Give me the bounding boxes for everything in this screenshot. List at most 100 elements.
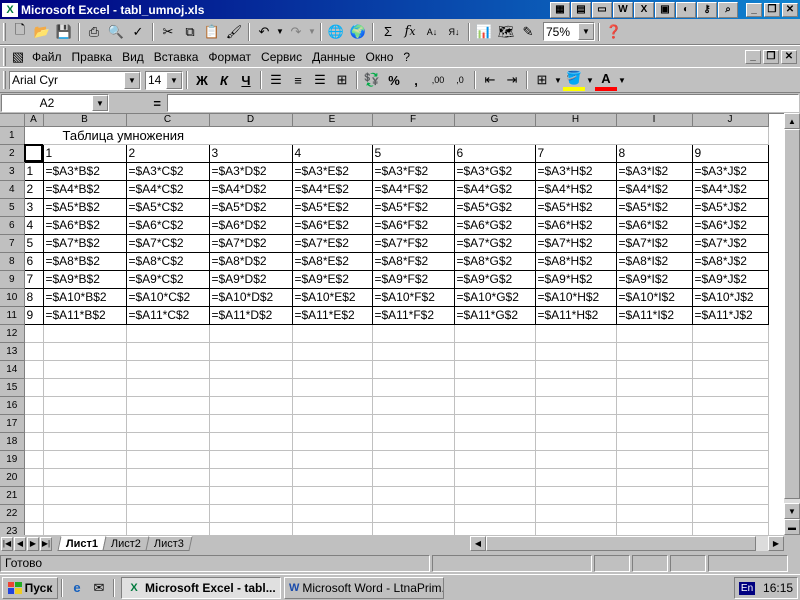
grid-cell[interactable] <box>535 486 617 505</box>
grid-cell[interactable]: 8 <box>23 287 44 307</box>
grid-cell[interactable]: =$A4*D$2 <box>208 179 293 199</box>
grid-cell[interactable] <box>372 504 455 523</box>
grid-cell[interactable]: =$A9*G$2 <box>453 269 536 289</box>
grid-cell[interactable] <box>454 378 536 397</box>
language-indicator[interactable]: En <box>738 581 756 595</box>
grid-cell[interactable]: =$A8*G$2 <box>453 251 536 271</box>
grid-cell[interactable]: =$A10*H$2 <box>534 287 617 307</box>
grid-cell[interactable]: =$A7*B$2 <box>42 233 127 253</box>
grid-cell[interactable] <box>292 486 373 505</box>
underline-button[interactable]: Ч <box>235 69 257 91</box>
grid-cell[interactable]: 4 <box>291 143 373 163</box>
grid-cell[interactable]: =$A11*H$2 <box>534 305 617 325</box>
scroll-right-icon[interactable]: ▶ <box>768 536 784 551</box>
menu-window[interactable]: Окно <box>360 48 398 66</box>
grid-cell[interactable]: =$A8*C$2 <box>125 251 210 271</box>
row-header[interactable]: 3 <box>0 161 25 181</box>
grid-cell[interactable] <box>616 414 693 433</box>
grid-cell[interactable] <box>372 468 455 487</box>
redo-dropdown-icon[interactable]: ▼ <box>307 27 317 36</box>
grid-cell[interactable] <box>126 468 210 487</box>
grid-cell[interactable]: 1 <box>42 143 127 163</box>
split-box-icon[interactable]: ▬ <box>784 519 800 535</box>
excel-shortcut-icon[interactable]: X <box>634 1 654 18</box>
grid-cell[interactable] <box>535 396 617 415</box>
format-painter-icon[interactable]: 🖌 <box>223 21 245 43</box>
vertical-scroll-thumb[interactable] <box>784 129 800 499</box>
row-header[interactable]: 13 <box>0 341 25 361</box>
grid-cell[interactable] <box>209 450 293 469</box>
grid-cell[interactable]: 5 <box>23 233 44 253</box>
grid-cell[interactable] <box>454 324 536 343</box>
grid-cell[interactable] <box>535 450 617 469</box>
task-word[interactable]: W Microsoft Word - LtnaPrim... <box>284 576 444 599</box>
grid-cell[interactable] <box>535 504 617 523</box>
grid-cell[interactable]: =$A7*C$2 <box>125 233 210 253</box>
grid-cell[interactable] <box>24 342 44 361</box>
first-sheet-icon[interactable]: |◀ <box>1 536 13 551</box>
grid-cell[interactable] <box>43 522 127 535</box>
grid-cell[interactable] <box>209 522 293 535</box>
grid-cell[interactable] <box>692 522 769 535</box>
grid-cell[interactable]: =$A8*D$2 <box>208 251 293 271</box>
grid-cell[interactable]: =$A4*G$2 <box>453 179 536 199</box>
font-size-select[interactable]: 14 ▼ <box>145 70 183 90</box>
grid-cell[interactable]: =$A10*E$2 <box>291 287 373 307</box>
row-header[interactable]: 12 <box>0 323 25 343</box>
menu-help[interactable]: ? <box>398 48 415 66</box>
borders-icon[interactable]: ⊞ <box>531 69 553 91</box>
grid-cell[interactable]: 8 <box>615 143 693 163</box>
grid-cell[interactable] <box>126 396 210 415</box>
grid-cell[interactable] <box>454 396 536 415</box>
grid-cell[interactable]: =$A4*I$2 <box>615 179 693 199</box>
grid-cell[interactable] <box>692 378 769 397</box>
new-file-icon[interactable]: 🗋 <box>9 21 31 43</box>
grid-cell[interactable] <box>292 378 373 397</box>
grid-cell[interactable]: =$A11*F$2 <box>371 305 455 325</box>
percent-button[interactable]: % <box>383 69 405 91</box>
grid-cell[interactable] <box>292 342 373 361</box>
grid-cell[interactable] <box>454 450 536 469</box>
grid-cell[interactable] <box>209 342 293 361</box>
grid-cell[interactable] <box>372 450 455 469</box>
row-header[interactable]: 15 <box>0 377 25 397</box>
grid-cell[interactable]: =$A3*E$2 <box>291 161 373 181</box>
menu-format[interactable]: Формат <box>203 48 256 66</box>
grid-cell[interactable]: =$A5*B$2 <box>42 197 127 217</box>
row-header[interactable]: 10 <box>0 287 25 307</box>
grid-cell[interactable] <box>209 378 293 397</box>
grid-cell[interactable] <box>454 414 536 433</box>
doc-close-button[interactable]: ✕ <box>781 49 797 64</box>
row-header[interactable]: 8 <box>0 251 25 271</box>
internet-explorer-icon[interactable]: e <box>66 577 88 599</box>
row-header[interactable]: 22 <box>0 503 25 523</box>
document-icon[interactable]: ▧ <box>9 46 27 68</box>
print-preview-icon[interactable]: 🔍 <box>105 21 127 43</box>
chevron-down-icon[interactable]: ▼ <box>578 23 594 40</box>
thousands-separator-icon[interactable]: , <box>405 69 427 91</box>
column-header[interactable]: B <box>42 114 127 127</box>
grid-cell[interactable] <box>292 504 373 523</box>
grid-cell[interactable]: =$A5*I$2 <box>615 197 693 217</box>
grid-cell[interactable]: =$A9*F$2 <box>371 269 455 289</box>
menu-insert[interactable]: Вставка <box>149 48 204 66</box>
active-cell[interactable] <box>23 143 44 163</box>
grid-cell[interactable]: =$A11*D$2 <box>208 305 293 325</box>
grid-cell[interactable]: =$A10*F$2 <box>371 287 455 307</box>
doc-minimize-button[interactable]: _ <box>745 49 761 64</box>
web-toolbar-icon[interactable]: 🌍 <box>347 21 369 43</box>
grid-cell[interactable] <box>292 396 373 415</box>
grid-cell[interactable]: =$A7*I$2 <box>615 233 693 253</box>
excel-app-icon[interactable]: X <box>2 2 18 17</box>
cut-icon[interactable]: ✂ <box>157 21 179 43</box>
grid-cell[interactable]: =$A11*J$2 <box>691 305 769 325</box>
grid-cell[interactable] <box>616 522 693 535</box>
grid-cell[interactable]: =$A3*B$2 <box>42 161 127 181</box>
grid-cell[interactable]: =$A3*I$2 <box>615 161 693 181</box>
grid-cell[interactable] <box>43 342 127 361</box>
grid-cell[interactable]: 2 <box>125 143 210 163</box>
grid-cell[interactable] <box>43 432 127 451</box>
grid-cell[interactable]: =$A8*E$2 <box>291 251 373 271</box>
grid-cell[interactable]: 7 <box>534 143 617 163</box>
grid-cell[interactable] <box>372 486 455 505</box>
